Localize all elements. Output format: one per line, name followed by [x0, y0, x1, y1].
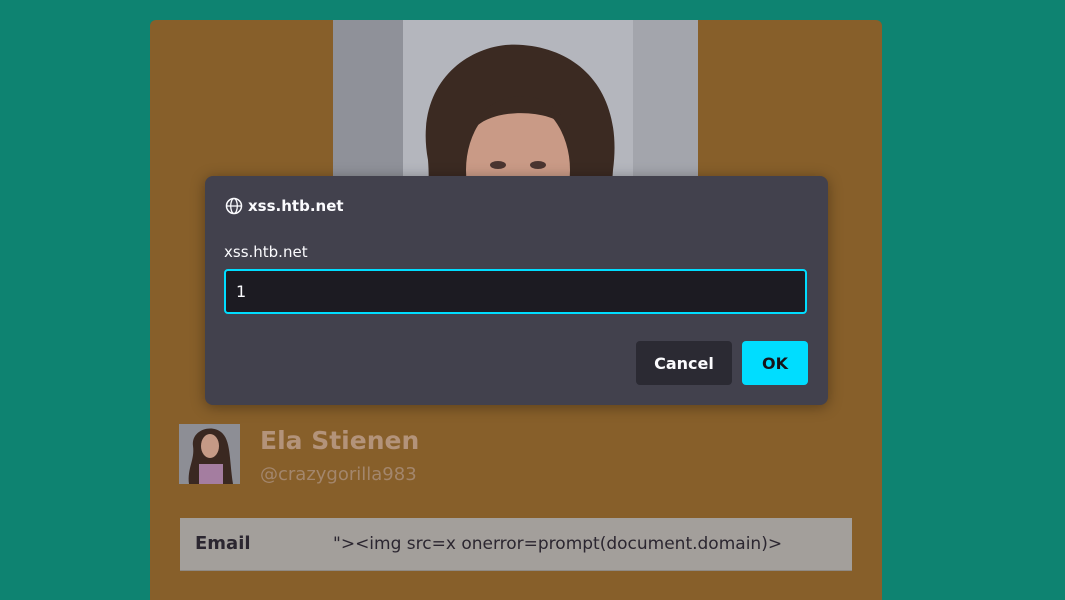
- profile-handle: @crazygorilla983: [260, 464, 417, 485]
- avatar[interactable]: [179, 424, 240, 484]
- profile-name: Ela Stienen: [260, 426, 420, 455]
- dialog-title: xss.htb.net: [225, 197, 344, 215]
- prompt-dialog: xss.htb.net xss.htb.net Cancel OK: [205, 176, 828, 405]
- prompt-input[interactable]: [224, 269, 807, 314]
- email-value: "><img src=x onerror=prompt(document.dom…: [333, 534, 783, 554]
- dialog-message: xss.htb.net: [224, 243, 308, 261]
- ok-button[interactable]: OK: [742, 341, 808, 385]
- cancel-button[interactable]: Cancel: [636, 341, 732, 385]
- globe-icon: [225, 197, 243, 215]
- email-label: Email: [195, 533, 251, 554]
- dialog-origin: xss.htb.net: [248, 197, 344, 215]
- table-row: Email "><img src=x onerror=prompt(docume…: [180, 518, 852, 571]
- profile-info-table: Email "><img src=x onerror=prompt(docume…: [180, 518, 852, 571]
